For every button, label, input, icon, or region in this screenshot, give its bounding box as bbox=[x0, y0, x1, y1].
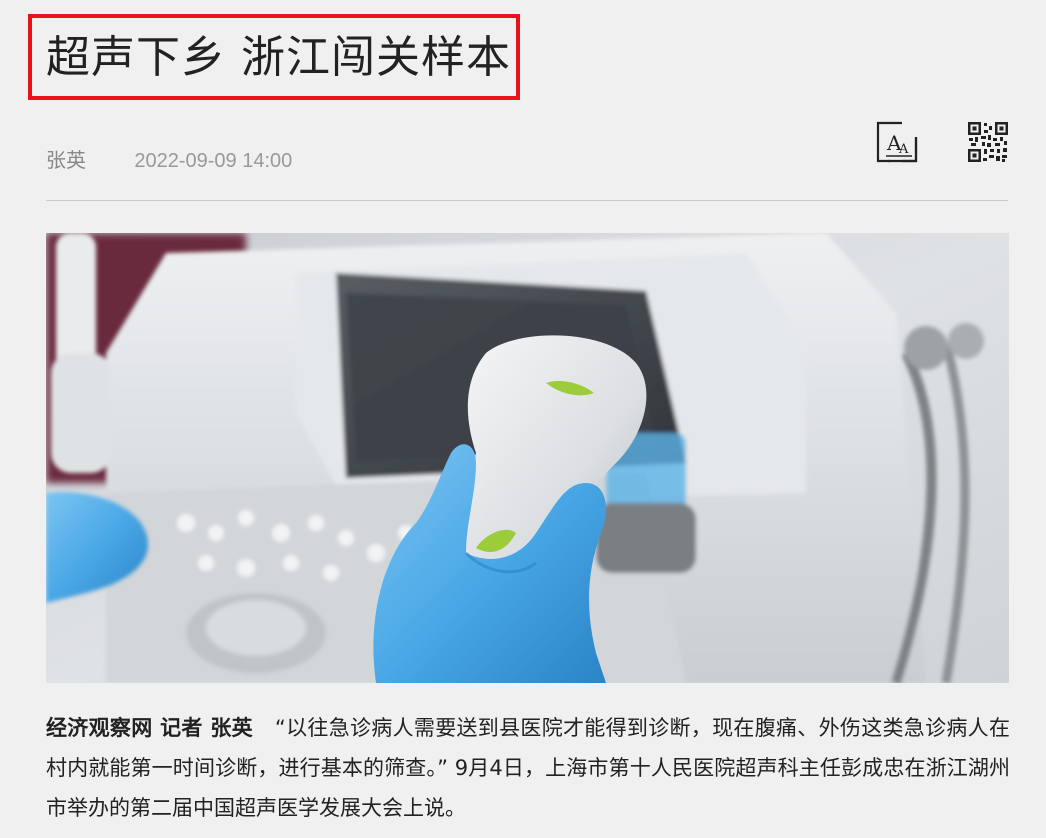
author-name: 张英 bbox=[46, 148, 86, 172]
publish-date: 2022-09-09 14:00 bbox=[134, 150, 293, 172]
article-meta: 张英 2022-09-09 14:00 bbox=[46, 146, 292, 175]
header-divider bbox=[46, 200, 1008, 201]
qr-code-icon bbox=[968, 122, 1008, 162]
article-byline: 经济观察网 记者 张英 bbox=[46, 716, 253, 740]
article-title: 超声下乡 浙江闯关样本 bbox=[46, 32, 511, 83]
article-page: 超声下乡 浙江闯关样本 张英 2022-09-09 14:00 A A 经济观察… bbox=[0, 0, 1046, 838]
font-size-icon: A A bbox=[874, 119, 920, 165]
qr-code-button[interactable] bbox=[968, 122, 1008, 162]
article-hero-image bbox=[46, 233, 1009, 683]
svg-text:A: A bbox=[898, 142, 909, 157]
article-body: 经济观察网 记者 张英 “以往急诊病人需要送到县医院才能得到诊断，现在腹痛、外伤这… bbox=[46, 708, 1010, 828]
font-size-button[interactable]: A A bbox=[874, 119, 920, 165]
